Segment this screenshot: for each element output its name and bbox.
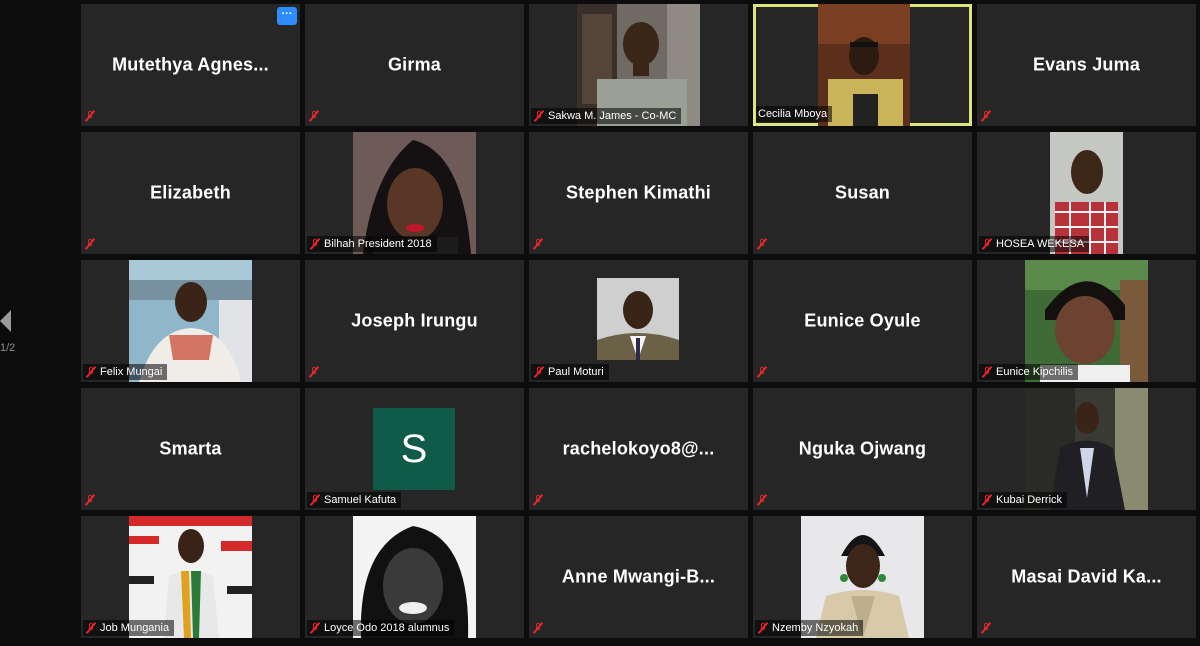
participant-tile[interactable]: rachelokoyo8@... — [529, 388, 748, 510]
participant-name: Mutethya Agnes... — [112, 54, 269, 75]
participant-name: Evans Juma — [1032, 54, 1141, 75]
participant-name: HOSEA WEKESA — [996, 238, 1085, 250]
participant-label: Eunice Kipchilis — [979, 364, 1079, 380]
participant-name: Bilhah President 2018 — [324, 238, 432, 250]
participant-tile[interactable]: Eunice Kipchilis — [977, 260, 1196, 382]
participant-tile[interactable]: Loyce Odo 2018 alumnus — [305, 516, 524, 638]
participant-tile[interactable]: Cecilia Mboya — [753, 4, 972, 126]
participant-tile[interactable]: Anne Mwangi-B... — [529, 516, 748, 638]
mic-muted-icon — [308, 109, 320, 123]
participant-label: Paul Moturi — [531, 364, 609, 380]
mic-muted-icon — [980, 621, 992, 635]
mic-muted-icon — [85, 365, 97, 379]
participant-name: Kubai Derrick — [996, 494, 1063, 506]
mic-muted-icon — [309, 621, 321, 635]
participant-name: Sakwa M. James - Co-MC — [548, 110, 677, 122]
mic-muted-icon — [533, 365, 545, 379]
participant-tile[interactable]: ··· Mutethya Agnes... — [81, 4, 300, 126]
participant-name: Nguka Ojwang — [798, 438, 927, 459]
participant-tile[interactable]: Evans Juma — [977, 4, 1196, 126]
mic-muted-icon — [532, 237, 544, 251]
participant-label: Job Mungania — [83, 620, 175, 636]
participant-name: Elizabeth — [150, 182, 231, 203]
participant-name: rachelokoyo8@... — [562, 438, 715, 459]
participant-label: Cecilia Mboya — [756, 106, 833, 122]
participant-name: Job Mungania — [100, 622, 170, 634]
participant-name: Nzemby Nzyokah — [772, 622, 859, 634]
mic-muted-icon — [757, 621, 769, 635]
participant-tile[interactable]: Sakwa M. James - Co-MC — [529, 4, 748, 126]
participant-tile[interactable]: Stephen Kimathi — [529, 132, 748, 254]
participant-name: Girma — [387, 54, 442, 75]
mic-muted-icon — [84, 493, 96, 507]
mic-muted-icon — [756, 237, 768, 251]
chevron-left-icon — [0, 310, 11, 332]
participant-tile[interactable]: Joseph Irungu — [305, 260, 524, 382]
participant-name: Anne Mwangi-B... — [561, 566, 716, 587]
participant-name: Felix Mungai — [100, 366, 163, 378]
mic-muted-icon — [980, 109, 992, 123]
participant-name: Eunice Kipchilis — [996, 366, 1074, 378]
participant-name: Cecilia Mboya — [758, 108, 828, 120]
previous-page-button[interactable] — [0, 310, 14, 334]
mic-muted-icon — [309, 237, 321, 251]
participant-label: Nzemby Nzyokah — [755, 620, 864, 636]
participant-name: Samuel Kafuta — [324, 494, 397, 506]
participant-tile[interactable]: Bilhah President 2018 — [305, 132, 524, 254]
mic-muted-icon — [84, 109, 96, 123]
page-indicator: 1/2 — [0, 342, 16, 354]
participant-tile[interactable]: Felix Mungai — [81, 260, 300, 382]
participant-tile[interactable]: Girma — [305, 4, 524, 126]
participant-label: Loyce Odo 2018 alumnus — [307, 620, 455, 636]
mic-muted-icon — [532, 493, 544, 507]
participant-name: Joseph Irungu — [351, 310, 478, 331]
participant-label: Bilhah President 2018 — [307, 236, 437, 252]
participant-tile[interactable]: Masai David Ka... — [977, 516, 1196, 638]
mic-muted-icon — [756, 493, 768, 507]
participant-label: Kubai Derrick — [979, 492, 1068, 508]
mic-muted-icon — [981, 365, 993, 379]
participant-avatar: S — [373, 408, 455, 490]
mic-muted-icon — [85, 621, 97, 635]
participant-tile[interactable]: Nzemby Nzyokah — [753, 516, 972, 638]
participant-name: Masai David Ka... — [1011, 566, 1162, 587]
participant-tile[interactable]: Eunice Oyule — [753, 260, 972, 382]
participant-label: Felix Mungai — [83, 364, 168, 380]
participant-tile[interactable]: Job Mungania — [81, 516, 300, 638]
mic-muted-icon — [532, 621, 544, 635]
mic-muted-icon — [981, 493, 993, 507]
mic-muted-icon — [981, 237, 993, 251]
participant-tile[interactable]: Paul Moturi — [529, 260, 748, 382]
participant-tile[interactable]: Kubai Derrick — [977, 388, 1196, 510]
participant-video — [597, 278, 679, 360]
participant-label: Samuel Kafuta — [307, 492, 402, 508]
participant-name: Loyce Odo 2018 alumnus — [324, 622, 450, 634]
participant-name: Smarta — [159, 438, 222, 459]
participant-label: HOSEA WEKESA — [979, 236, 1090, 252]
mic-muted-icon — [308, 365, 320, 379]
participant-name: Eunice Oyule — [804, 310, 921, 331]
mic-muted-icon — [84, 237, 96, 251]
participant-tile[interactable]: HOSEA WEKESA — [977, 132, 1196, 254]
participant-grid: ··· Mutethya Agnes... Girma Sakwa M. Jam… — [81, 4, 1196, 638]
participant-name: Susan — [834, 182, 891, 203]
participant-tile[interactable]: Nguka Ojwang — [753, 388, 972, 510]
participant-tile[interactable]: Susan — [753, 132, 972, 254]
participant-label: Sakwa M. James - Co-MC — [531, 108, 682, 124]
participant-tile[interactable]: S Samuel Kafuta — [305, 388, 524, 510]
participant-tile[interactable]: Smarta — [81, 388, 300, 510]
mic-muted-icon — [533, 109, 545, 123]
participant-name: Stephen Kimathi — [565, 182, 711, 203]
participant-tile[interactable]: Elizabeth — [81, 132, 300, 254]
mic-muted-icon — [756, 365, 768, 379]
participant-name: Paul Moturi — [548, 366, 604, 378]
mic-muted-icon — [309, 493, 321, 507]
more-options-button[interactable]: ··· — [277, 7, 297, 25]
